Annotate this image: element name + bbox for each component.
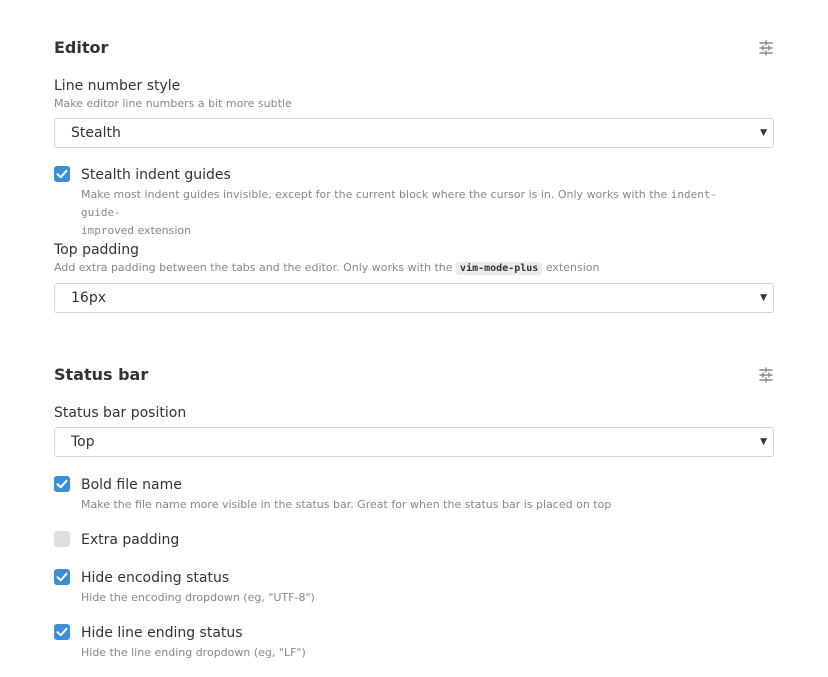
dropdown-caret-icon: ▼ [760, 128, 767, 138]
bold-file-name-checkbox[interactable] [54, 476, 70, 492]
hide-encoding-status-label: Hide encoding status [81, 570, 230, 586]
stealth-indent-guides-description: Make most indent guides invisible, excep… [81, 186, 741, 240]
hide-line-ending-status-description: Hide the line ending dropdown (eg, "LF") [81, 646, 306, 659]
checkmark-icon [56, 169, 68, 179]
hide-line-ending-status-checkbox[interactable] [54, 624, 70, 640]
vim-mode-plus-code: vim-mode-plus [456, 262, 543, 275]
stealth-indent-guides-checkbox[interactable] [54, 166, 70, 182]
hide-line-ending-status-label: Hide line ending status [81, 625, 243, 641]
bold-file-name-description: Make the file name more visible in the s… [81, 498, 612, 511]
bold-file-name-row: Bold file name Make the file name more v… [54, 476, 774, 516]
stealth-indent-guides-desc-text: Make most indent guides invisible, excep… [81, 188, 671, 201]
dropdown-caret-icon: ▼ [760, 437, 767, 447]
stealth-indent-guides-row: Stealth indent guides Make most indent g… [54, 166, 774, 237]
section-title-editor: Editor [54, 38, 109, 57]
status-bar-position-value: Top [71, 434, 95, 450]
line-number-style-description: Make editor line numbers a bit more subt… [54, 97, 292, 110]
checkmark-icon [56, 627, 68, 637]
extra-padding-checkbox[interactable] [54, 531, 70, 547]
indent-guide-code-b: improved [81, 224, 134, 237]
status-bar-section: Status bar Status bar position Top ▼ Bol… [54, 365, 774, 670]
hide-encoding-status-checkbox[interactable] [54, 569, 70, 585]
extra-padding-row: Extra padding [54, 531, 774, 551]
checkmark-icon [56, 572, 68, 582]
extra-padding-label: Extra padding [81, 532, 180, 548]
hide-line-ending-status-row: Hide line ending status Hide the line en… [54, 624, 774, 664]
hide-encoding-status-description: Hide the encoding dropdown (eg, "UTF-8") [81, 591, 315, 604]
line-number-style-label: Line number style [54, 78, 181, 94]
checkmark-icon [56, 479, 68, 489]
status-bar-position-select[interactable]: Top ▼ [54, 427, 774, 457]
top-padding-value: 16px [71, 290, 106, 306]
top-padding-desc-text: Add extra padding between the tabs and t… [54, 261, 457, 274]
editor-section: Editor Line number style Make editor lin… [54, 38, 774, 318]
stealth-indent-guides-desc-suffix: extension [133, 224, 192, 237]
status-bar-position-label: Status bar position [54, 405, 187, 421]
bold-file-name-label: Bold file name [81, 477, 182, 493]
hide-encoding-status-row: Hide encoding status Hide the encoding d… [54, 569, 774, 609]
section-title-status-bar: Status bar [54, 365, 149, 384]
top-padding-select[interactable]: 16px ▼ [54, 283, 774, 313]
line-number-style-value: Stealth [71, 125, 121, 141]
line-number-style-select[interactable]: Stealth ▼ [54, 118, 774, 148]
top-padding-label: Top padding [54, 242, 139, 258]
dropdown-caret-icon: ▼ [760, 293, 767, 303]
top-padding-description: Add extra padding between the tabs and t… [54, 259, 599, 278]
top-padding-desc-suffix: extension [542, 261, 600, 274]
stealth-indent-guides-label: Stealth indent guides [81, 167, 231, 183]
settings-sliders-icon[interactable] [758, 367, 774, 383]
settings-sliders-icon[interactable] [758, 40, 774, 56]
